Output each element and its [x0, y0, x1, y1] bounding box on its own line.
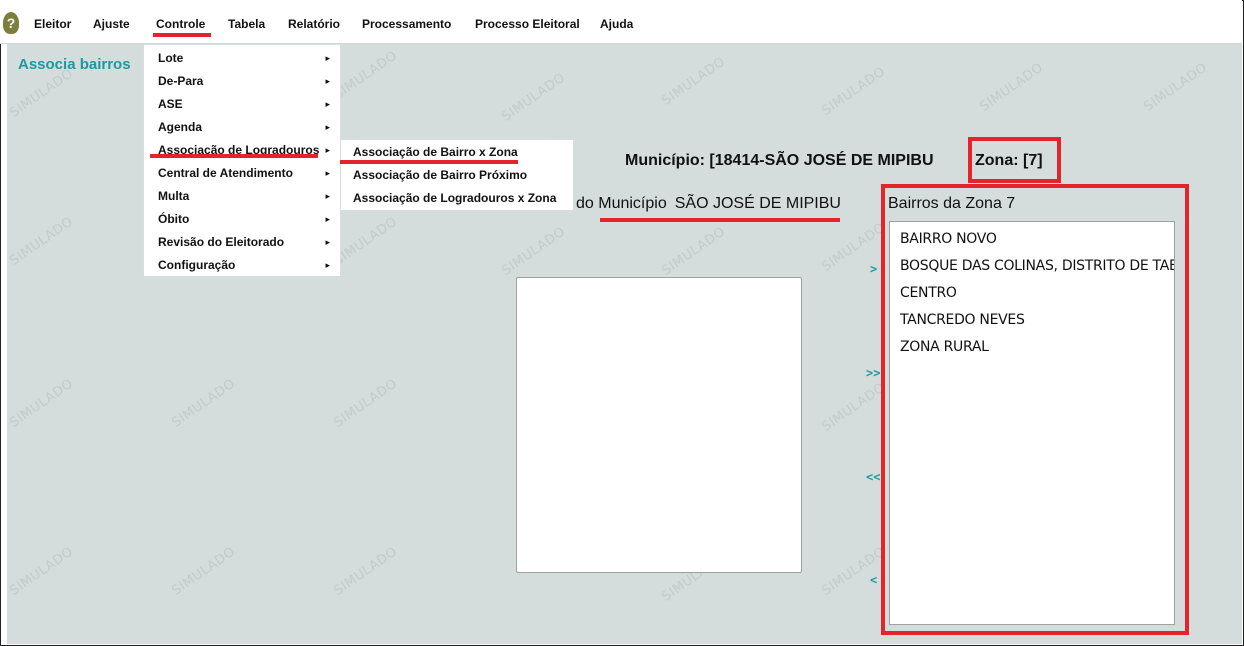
- submenu-arrow-icon: ▸: [325, 99, 330, 109]
- submenu-arrow-icon: ▸: [325, 214, 330, 224]
- menu-controle[interactable]: Controle: [156, 17, 205, 31]
- menu-item-agenda[interactable]: Agenda ▸: [158, 116, 338, 138]
- remove-all-button[interactable]: <<: [866, 470, 880, 484]
- menu-tabela[interactable]: Tabela: [228, 17, 265, 31]
- menu-item-label: De-Para: [158, 74, 204, 88]
- menu-item-lote[interactable]: Lote ▸: [158, 47, 338, 69]
- menu-ajuste[interactable]: Ajuste: [93, 17, 130, 31]
- menu-bar: ? Eleitor Ajuste Controle Tabela Relatór…: [0, 0, 1242, 44]
- annotation-logradouros-underline: [150, 154, 318, 158]
- annotation-bairros-box: [881, 184, 1189, 635]
- menu-item-label: ASE: [158, 97, 183, 111]
- submenu-item-logradouros-x-zona[interactable]: Associação de Logradouros x Zona: [353, 187, 556, 209]
- watermark: SIMULADO: [819, 220, 889, 275]
- menu-item-de-para[interactable]: De-Para ▸: [158, 70, 338, 92]
- annotation-bairro-zona-underline: [340, 160, 518, 164]
- watermark: SIMULADO: [169, 376, 239, 431]
- submenu-arrow-icon: ▸: [325, 168, 330, 178]
- submenu-arrow-icon: ▸: [325, 191, 330, 201]
- remove-one-button[interactable]: <: [870, 573, 877, 587]
- logradouros-submenu: Associação de Bairro x Zona Associação d…: [340, 139, 574, 211]
- left-list-label: do Município SÃO JOSÉ DE MIPIBU: [576, 195, 841, 213]
- add-all-button[interactable]: >>: [866, 366, 880, 380]
- watermark: SIMULADO: [499, 224, 569, 279]
- menu-processo-eleitoral[interactable]: Processo Eleitoral: [475, 17, 580, 31]
- menu-item-central-de-atendimento[interactable]: Central de Atendimento ▸: [158, 162, 338, 184]
- submenu-item-bairro-proximo[interactable]: Associação de Bairro Próximo: [353, 164, 527, 186]
- menu-relatorio[interactable]: Relatório: [288, 17, 340, 31]
- submenu-arrow-icon: ▸: [325, 53, 330, 63]
- menu-item-configuracao[interactable]: Configuração ▸: [158, 254, 338, 276]
- watermark: SIMULADO: [819, 64, 889, 119]
- watermark: SIMULADO: [819, 544, 889, 599]
- watermark: SIMULADO: [7, 376, 77, 431]
- watermark: SIMULADO: [819, 380, 889, 435]
- submenu-arrow-icon: ▸: [325, 260, 330, 270]
- left-list-label-name: SÃO JOSÉ DE MIPIBU: [674, 195, 841, 212]
- watermark: SIMULADO: [659, 54, 729, 109]
- watermark: SIMULADO: [169, 544, 239, 599]
- municipio-title: Município: [18414-SÃO JOSÉ DE MIPIBU: [625, 152, 934, 169]
- watermark: SIMULADO: [1141, 60, 1211, 115]
- menu-item-label: Lote: [158, 51, 184, 65]
- watermark: SIMULADO: [977, 60, 1047, 115]
- annotation-municipio-underline: [600, 218, 840, 222]
- submenu-arrow-icon: ▸: [325, 122, 330, 132]
- watermark: SIMULADO: [7, 544, 77, 599]
- watermark: SIMULADO: [7, 214, 77, 269]
- watermark: SIMULADO: [331, 544, 401, 599]
- menu-ajuda[interactable]: Ajuda: [600, 17, 633, 31]
- menu-item-label: Central de Atendimento: [158, 166, 293, 180]
- watermark: SIMULADO: [659, 224, 729, 279]
- menu-item-ase[interactable]: ASE ▸: [158, 93, 338, 115]
- available-bairros-listbox[interactable]: [516, 277, 802, 573]
- page-title: Associa bairros: [18, 56, 131, 73]
- annotation-zona-box: [968, 137, 1061, 183]
- submenu-arrow-icon: ▸: [325, 145, 330, 155]
- watermark: SIMULADO: [331, 48, 401, 103]
- menu-eleitor[interactable]: Eleitor: [34, 17, 71, 31]
- watermark: SIMULADO: [7, 66, 77, 121]
- menu-item-label: Configuração: [158, 258, 236, 272]
- watermark: SIMULADO: [331, 376, 401, 431]
- watermark: SIMULADO: [499, 70, 569, 125]
- menu-item-multa[interactable]: Multa ▸: [158, 185, 338, 207]
- submenu-arrow-icon: ▸: [325, 237, 330, 247]
- menu-item-label: Multa: [158, 189, 190, 203]
- submenu-arrow-icon: ▸: [325, 76, 330, 86]
- menu-processamento[interactable]: Processamento: [362, 17, 451, 31]
- menu-item-obito[interactable]: Óbito ▸: [158, 208, 338, 230]
- annotation-controle-underline: [153, 33, 211, 37]
- menu-item-revisao-do-eleitorado[interactable]: Revisão do Eleitorado ▸: [158, 231, 338, 253]
- controle-dropdown-menu: Lote ▸ De-Para ▸ ASE ▸ Agenda ▸ Associação d…: [143, 44, 341, 277]
- left-list-label-prefix: do Município: [576, 195, 667, 212]
- watermark: SIMULADO: [331, 214, 401, 269]
- menu-item-label: Revisão do Eleitorado: [158, 235, 285, 249]
- menu-item-label: Óbito: [158, 212, 190, 226]
- app-logo-icon: ?: [3, 12, 19, 34]
- menu-item-label: Agenda: [158, 120, 203, 134]
- add-one-button[interactable]: >: [870, 262, 877, 276]
